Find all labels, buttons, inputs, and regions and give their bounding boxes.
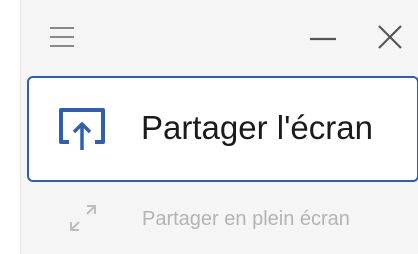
- share-panel: Partager l'écran Partager en plein écran: [20, 0, 418, 254]
- screen-share-icon: [59, 108, 105, 150]
- share-fullscreen-option[interactable]: Partager en plein écran: [27, 188, 418, 248]
- share-screen-option[interactable]: Partager l'écran: [27, 76, 418, 182]
- close-icon[interactable]: [373, 20, 407, 54]
- share-fullscreen-label: Partager en plein écran: [142, 208, 350, 230]
- minimize-icon[interactable]: [306, 22, 340, 52]
- expand-arrows-icon: [70, 205, 96, 231]
- hamburger-menu-icon[interactable]: [49, 22, 75, 52]
- share-screen-label: Partager l'écran: [141, 109, 373, 146]
- panel-titlebar: [21, 0, 418, 76]
